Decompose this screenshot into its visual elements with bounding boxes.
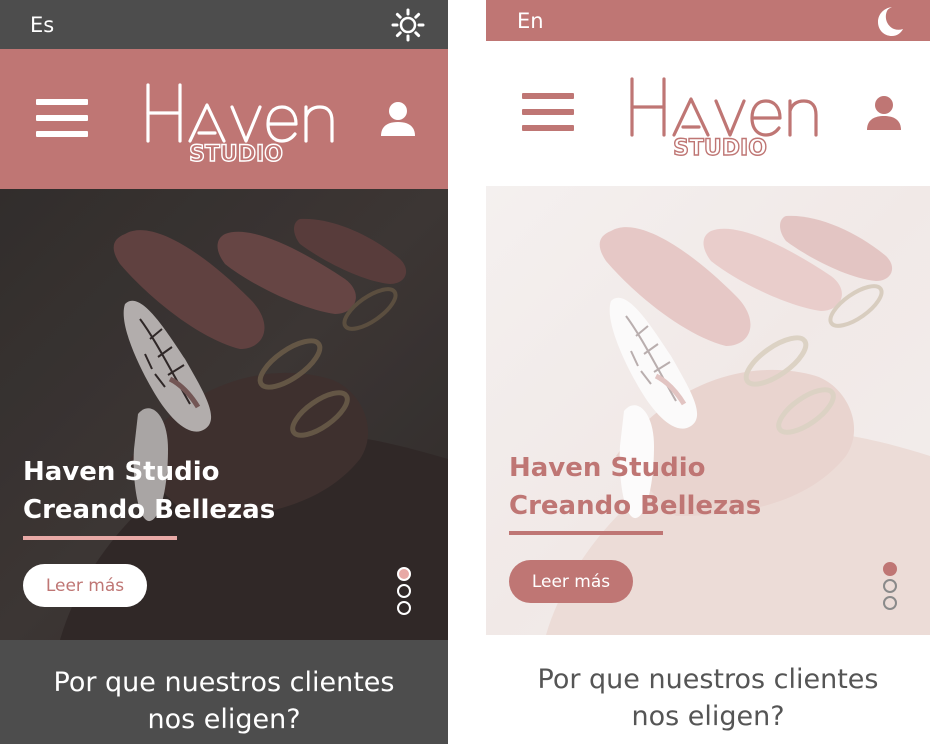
- section-heading-line2: nos eligen?: [631, 701, 785, 732]
- language-toggle[interactable]: Es: [30, 13, 54, 37]
- svg-text:STUDIO: STUDIO: [189, 142, 283, 167]
- carousel-dot-2[interactable]: [883, 579, 897, 593]
- hero-carousel: Haven Studio Creando Bellezas Leer más: [0, 189, 448, 640]
- language-toggle[interactable]: En: [517, 9, 544, 33]
- status-bar: Es: [0, 0, 448, 49]
- read-more-button[interactable]: Leer más: [23, 564, 147, 607]
- carousel-dot-3[interactable]: [883, 596, 897, 610]
- section-heading: Por que nuestros clientes nos eligen?: [486, 635, 930, 744]
- hamburger-menu-icon[interactable]: [522, 93, 574, 133]
- sun-icon[interactable]: [390, 7, 426, 43]
- carousel-dot-2[interactable]: [397, 584, 411, 598]
- carousel-indicators: [397, 567, 411, 615]
- section-heading-line2: nos eligen?: [147, 704, 301, 735]
- dark-theme-screen: Es STUDIO Haven Studio Creando Bellezas …: [0, 0, 448, 744]
- hero-title-line2: Creando Bellezas: [23, 495, 276, 525]
- light-theme-screen: En STUDIO Haven Studio Creando Bellezas …: [486, 0, 930, 744]
- haven-studio-logo[interactable]: STUDIO: [624, 71, 824, 162]
- user-account-icon[interactable]: [378, 99, 418, 139]
- site-header: STUDIO: [0, 49, 448, 189]
- read-more-button[interactable]: Leer más: [509, 560, 633, 603]
- hero-title: Haven Studio Creando Bellezas: [23, 453, 275, 529]
- carousel-dot-3[interactable]: [397, 601, 411, 615]
- hero-title-line1: Haven Studio: [23, 457, 220, 487]
- site-header: STUDIO: [486, 41, 930, 186]
- carousel-indicators: [883, 562, 897, 610]
- hero-title-line1: Haven Studio: [509, 453, 706, 483]
- section-heading-line1: Por que nuestros clientes: [53, 667, 395, 698]
- hamburger-menu-icon[interactable]: [36, 99, 88, 139]
- hero-title-line2: Creando Bellezas: [509, 491, 762, 521]
- title-underline: [23, 536, 177, 540]
- hero-title: Haven Studio Creando Bellezas: [509, 449, 761, 525]
- hero-carousel: Haven Studio Creando Bellezas Leer más: [486, 186, 930, 635]
- user-account-icon[interactable]: [864, 93, 904, 133]
- haven-studio-logo[interactable]: STUDIO: [140, 77, 340, 168]
- title-underline: [509, 531, 663, 535]
- carousel-dot-1[interactable]: [397, 567, 411, 581]
- carousel-dot-1[interactable]: [883, 562, 897, 576]
- moon-icon[interactable]: [870, 3, 906, 39]
- status-bar: En: [486, 0, 930, 41]
- section-heading: Por que nuestros clientes nos eligen?: [0, 640, 448, 744]
- svg-text:STUDIO: STUDIO: [673, 136, 767, 161]
- section-heading-line1: Por que nuestros clientes: [537, 664, 879, 695]
